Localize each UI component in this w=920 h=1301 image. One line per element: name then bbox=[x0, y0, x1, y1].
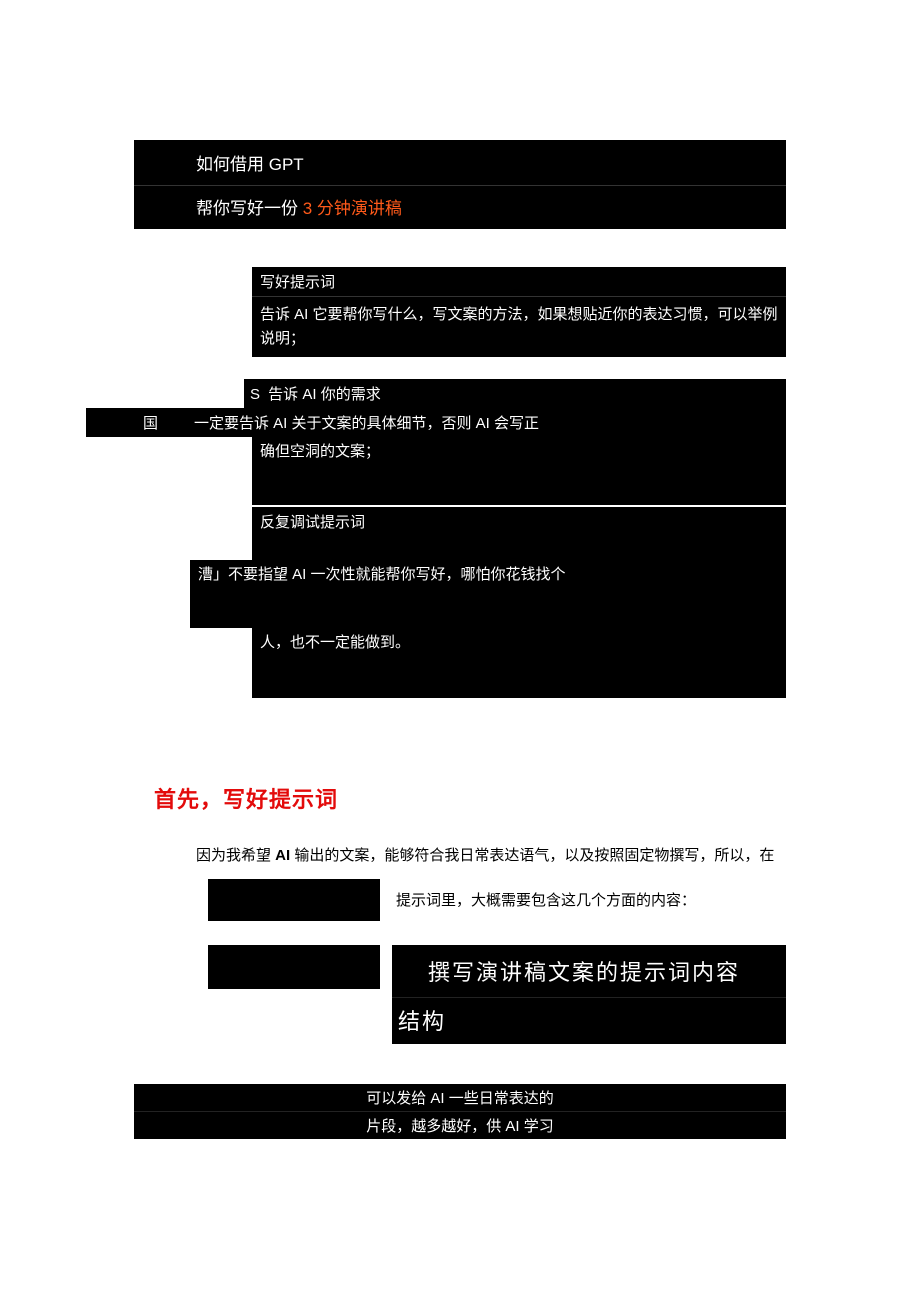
spacer-row-1: 提示词里，大概需要包含这几个方面的内容： bbox=[208, 879, 786, 921]
big-black-box: 撰写演讲稿文案的提示词内容 结构 bbox=[392, 945, 786, 1044]
black-spacer-1 bbox=[208, 879, 380, 921]
step-1-body: 告诉 AI 它要帮你写什么，写文案的方法，如果想贴近你的表达习惯，可以举例说明； bbox=[252, 297, 786, 357]
step-1: 写好提示词 告诉 AI 它要帮你写什么，写文案的方法，如果想贴近你的表达习惯，可… bbox=[252, 267, 786, 357]
step-2-line-3: 确但空洞的文案； bbox=[252, 437, 786, 505]
step-2-guo: 国 bbox=[86, 408, 166, 437]
steps-section: 写好提示词 告诉 AI 它要帮你写什么，写文案的方法，如果想贴近你的表达习惯，可… bbox=[0, 267, 920, 698]
para1-bold: AI bbox=[275, 847, 290, 864]
title-line-2: 帮你写好一份 3 分钟演讲稿 bbox=[134, 186, 786, 229]
step-2-line-2-text: 一定要告诉 AI 关于文案的具体细节，否则 AI 会写正 bbox=[166, 408, 786, 437]
step-2: S 告诉 AI 你的需求 国 一定要告诉 AI 关于文案的具体细节，否则 AI … bbox=[0, 379, 920, 505]
step-2-s-label: S bbox=[250, 386, 260, 403]
para1-suffix: 输出的文案，能够符合我日常表达语气，以及按照固定物撰写，所以，在 bbox=[290, 847, 774, 864]
title-line-2-prefix: 帮你写好一份 bbox=[196, 199, 303, 218]
big-box-line-1: 撰写演讲稿文案的提示词内容 bbox=[392, 945, 786, 998]
step-3-heading: 反复调试提示词 bbox=[252, 507, 786, 560]
para1-prefix: 因为我希望 bbox=[196, 847, 275, 864]
footer-line-1: 可以发给 AI 一些日常表达的 bbox=[134, 1084, 786, 1112]
footer-block: 可以发给 AI 一些日常表达的 片段，越多越好，供 AI 学习 bbox=[134, 1084, 786, 1139]
section-heading-red: 首先，写好提示词 bbox=[154, 782, 920, 814]
step-1-heading: 写好提示词 bbox=[252, 267, 786, 297]
step-2-heading-text: 告诉 AI 你的需求 bbox=[264, 386, 381, 403]
black-spacer-2 bbox=[208, 945, 380, 989]
after-spacer-text: 提示词里，大概需要包含这几个方面的内容： bbox=[380, 879, 696, 910]
title-line-2-highlight: 3 分钟演讲稿 bbox=[303, 199, 402, 218]
title-block: 如何借用 GPT 帮你写好一份 3 分钟演讲稿 bbox=[134, 140, 786, 229]
step-2-heading: S 告诉 AI 你的需求 bbox=[244, 379, 786, 408]
paragraph-1: 因为我希望 AI 输出的文案，能够符合我日常表达语气，以及按照固定物撰写，所以，… bbox=[196, 842, 786, 869]
footer-line-2: 片段，越多越好，供 AI 学习 bbox=[134, 1112, 786, 1139]
big-box-line-2: 结构 bbox=[392, 998, 786, 1044]
title-line-1: 如何借用 GPT bbox=[134, 140, 786, 186]
step-3-line-2: 漕」不要指望 AI 一次性就能帮你写好，哪怕你花钱找个 bbox=[190, 560, 786, 628]
step-3-line-3: 人，也不一定能做到。 bbox=[252, 628, 786, 698]
spacer-row-2: 撰写演讲稿文案的提示词内容 结构 bbox=[208, 945, 786, 1044]
step-2-line-2: 国 一定要告诉 AI 关于文案的具体细节，否则 AI 会写正 bbox=[86, 408, 786, 437]
document-page: 如何借用 GPT 帮你写好一份 3 分钟演讲稿 写好提示词 告诉 AI 它要帮你… bbox=[0, 0, 920, 1179]
step-3: 反复调试提示词 漕」不要指望 AI 一次性就能帮你写好，哪怕你花钱找个 人，也不… bbox=[0, 507, 920, 698]
